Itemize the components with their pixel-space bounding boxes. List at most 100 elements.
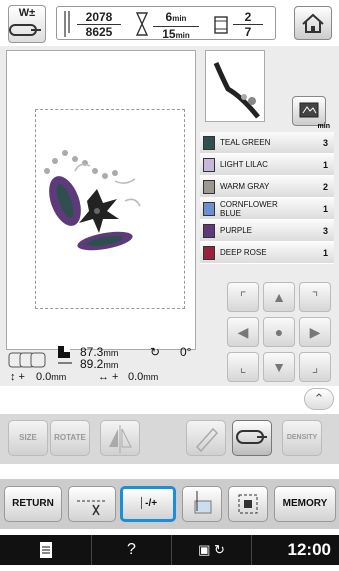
move-down-button[interactable]: ▼	[263, 352, 295, 382]
stitch-current: 2078	[77, 10, 121, 25]
bobbin-icon	[236, 430, 267, 444]
color-time: 3	[322, 226, 328, 236]
thread-cut-button[interactable]	[68, 486, 116, 522]
stitch-counter: 2078 8625	[77, 10, 121, 39]
vertical-offset-icon: ↕ +	[10, 371, 25, 383]
pattern-preview	[205, 50, 265, 122]
move-up-left-button[interactable]: ⌜	[227, 282, 259, 312]
start-point-button[interactable]	[182, 486, 222, 522]
pattern-info: 87.3mm 89.2mm ↻ 0° ↕ + 0.0mm ↔ + 0.0mm	[4, 345, 224, 384]
move-center-button[interactable]: ●	[263, 317, 295, 347]
color-row[interactable]: CORNFLOWER BLUE 1	[200, 198, 334, 220]
collapse-toolbar-button[interactable]: ⌃	[304, 388, 334, 410]
scissors-thread-icon	[77, 500, 107, 516]
move-down-right-button[interactable]: ⌟	[299, 352, 331, 382]
density-button[interactable]: DENSITY	[282, 420, 322, 456]
spool-swatch-icon	[203, 158, 215, 172]
time-unit-2: min	[175, 31, 190, 40]
rotate-button[interactable]: ROTATE	[50, 420, 90, 456]
offset-v-number: 0.0	[36, 371, 52, 383]
color-row[interactable]: PURPLE 3	[200, 220, 334, 242]
horizontal-offset-icon: ↔ +	[98, 371, 119, 383]
bottom-status-bar: ? ▣ ↻ 12:00	[0, 535, 339, 565]
rotation-value: 0°	[180, 345, 192, 359]
color-time: 1	[322, 160, 328, 170]
offset-h-number: 0.0	[128, 371, 144, 383]
horizontal-offset: 0.0mm	[128, 371, 158, 383]
size-button[interactable]: SIZE	[8, 420, 48, 456]
color-row[interactable]: TEAL GREEN 3	[200, 132, 334, 154]
color-row[interactable]: DEEP ROSE 1	[200, 242, 334, 264]
document-button[interactable]	[0, 535, 92, 565]
sewing-progress-box: 2078 8625 6min 15min 2 7	[56, 6, 276, 43]
edit-button-row: SIZE ROTATE DENSITY	[0, 414, 339, 464]
mirror-button[interactable]	[100, 420, 140, 456]
spool-swatch-icon	[203, 180, 215, 194]
move-up-right-button[interactable]: ⌝	[299, 282, 331, 312]
document-icon	[39, 542, 52, 558]
color-row[interactable]: WARM GRAY 2	[200, 176, 334, 198]
stitch-forward-back-button[interactable]: │-/+	[120, 486, 176, 522]
color-time: 3	[322, 138, 328, 148]
help-button[interactable]: ?	[92, 535, 172, 565]
color-time: 1	[322, 248, 328, 258]
time-total: 15	[162, 27, 176, 41]
time-counter: 6min 15min	[153, 10, 199, 43]
vertical-offset: 0.0mm	[36, 371, 66, 383]
color-name: PURPLE	[220, 226, 253, 235]
spool-swatch-icon	[203, 224, 215, 238]
spool-swatch-icon	[203, 136, 215, 150]
thread-spool-icon	[214, 16, 228, 34]
memory-button[interactable]: MEMORY	[274, 486, 336, 522]
move-left-button[interactable]: ◀	[227, 317, 259, 347]
pencil-icon	[195, 427, 219, 453]
move-arrow-pad: ⌜ ▲ ⌝ ◀ ● ▶ ⌞ ▼ ⌟	[227, 282, 335, 386]
move-right-button[interactable]: ▶	[299, 317, 331, 347]
color-time: 1	[322, 204, 328, 214]
clock: 12:00	[287, 540, 331, 559]
color-name: WARM GRAY	[220, 182, 270, 191]
preview-window-icon	[299, 102, 319, 118]
bobbin-icon	[9, 24, 41, 36]
move-down-left-button[interactable]: ⌞	[227, 352, 259, 382]
thread-tension-edit-button[interactable]	[232, 420, 272, 456]
top-status-bar: W± 2078 8625 6min 15min 2 7	[0, 0, 339, 46]
stitch-total: 8625	[85, 25, 113, 39]
bottom-button-row: RETURN │-/+ MEMORY	[0, 479, 339, 529]
thread-color-list: min TEAL GREEN 3 LIGHT LILAC 1 WARM GRAY…	[200, 123, 334, 264]
hourglass-icon	[135, 12, 149, 36]
color-name: CORNFLOWER BLUE	[220, 200, 278, 218]
main-area: min TEAL GREEN 3 LIGHT LILAC 1 WARM GRAY…	[0, 46, 339, 386]
color-counter: 2 7	[233, 10, 263, 39]
thread-tension-button[interactable]: W±	[8, 5, 46, 43]
rotate-icon: ↻	[150, 345, 161, 359]
thread-tension-label: W±	[18, 7, 36, 19]
trial-button[interactable]	[228, 486, 268, 522]
mirror-icon	[109, 425, 132, 453]
home-icon	[302, 13, 324, 33]
edit-toolbar: ⌃ SIZE ROTATE DENSITY	[0, 386, 339, 486]
wireless-status[interactable]: ▣ ↻	[172, 535, 252, 565]
embroidery-canvas[interactable]	[6, 50, 196, 350]
height-value: 89.2mm	[80, 357, 118, 371]
embroidery-edit-screen: W± 2078 8625 6min 15min 2 7 min TEAL GRE…	[0, 0, 339, 565]
sync-icon: ↻	[214, 542, 225, 557]
color-time: 2	[322, 182, 328, 192]
spool-swatch-icon	[203, 246, 215, 260]
minutes-label: min	[317, 123, 330, 130]
return-button[interactable]: RETURN	[4, 486, 62, 522]
color-total: 7	[244, 25, 252, 39]
home-button[interactable]	[294, 6, 332, 40]
color-current: 2	[233, 10, 263, 25]
move-up-button[interactable]: ▲	[263, 282, 295, 312]
height-unit: mm	[103, 360, 119, 370]
needle-icon	[64, 11, 70, 37]
preview-button[interactable]	[292, 96, 326, 126]
wlan-icon: ▣	[198, 542, 211, 557]
color-name: LIGHT LILAC	[220, 160, 268, 169]
color-row[interactable]: LIGHT LILAC 1	[200, 154, 334, 176]
time-unit: min	[172, 14, 187, 23]
start-point-icon	[194, 491, 212, 514]
edit-stitch-button[interactable]	[186, 420, 226, 456]
height-number: 89.2	[80, 357, 104, 371]
